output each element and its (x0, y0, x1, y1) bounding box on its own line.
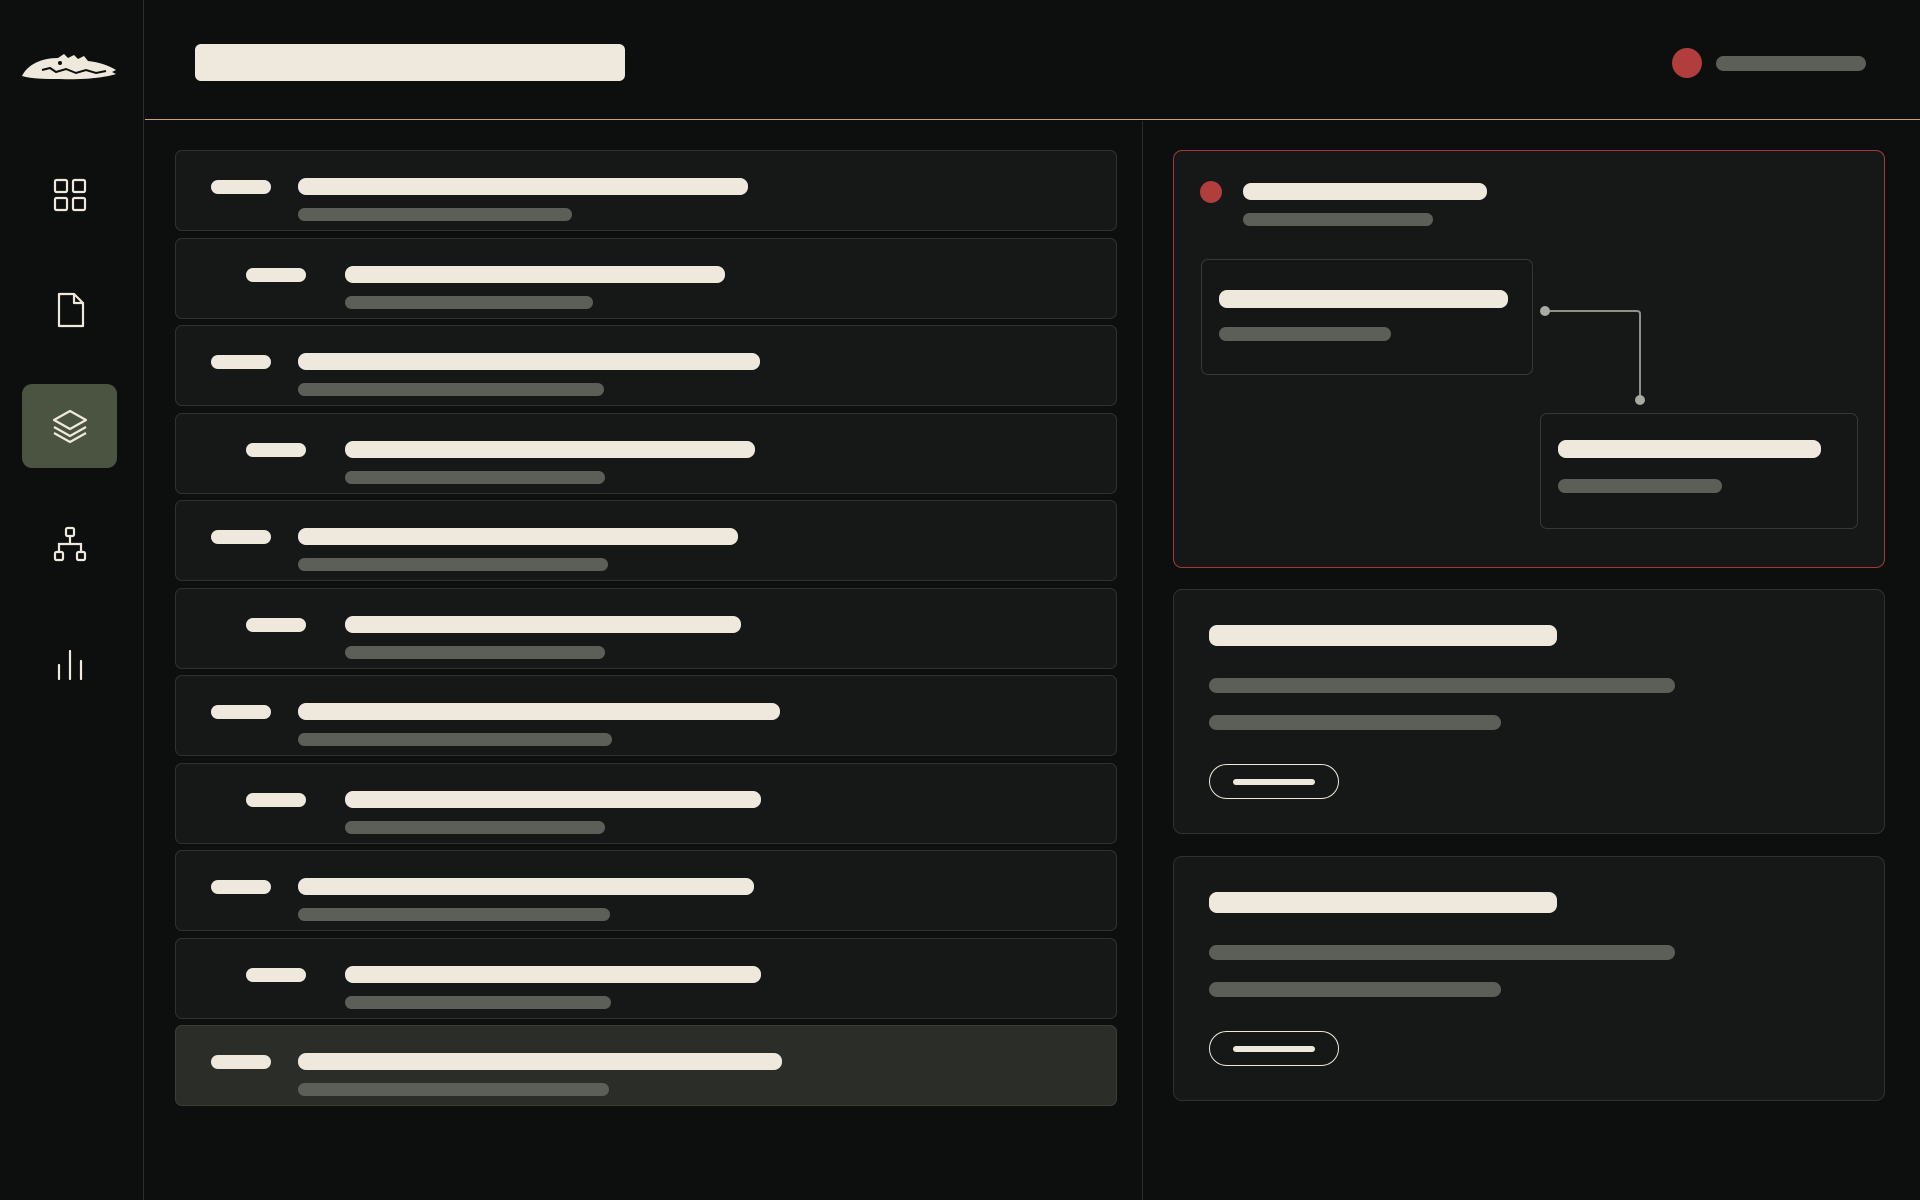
list-item[interactable] (175, 850, 1117, 931)
flow-card[interactable] (1173, 150, 1885, 568)
info-card-action-button[interactable] (1209, 764, 1339, 799)
list-item-subtitle (345, 995, 611, 1009)
sidebar-item-dashboard[interactable] (22, 153, 117, 237)
list-item-title (345, 965, 761, 983)
list-item-subtitle (345, 295, 593, 309)
list-item-tag (211, 880, 271, 894)
avatar[interactable] (1672, 48, 1702, 78)
list-item-tag (211, 355, 271, 369)
crocodile-logo-icon[interactable] (20, 46, 120, 84)
list-item-title (298, 178, 748, 195)
item-list (145, 121, 1143, 1200)
list-item[interactable] (175, 587, 1117, 669)
flow-node-title (1558, 440, 1821, 458)
top-header (145, 0, 1920, 120)
sidebar-item-documents[interactable] (22, 268, 117, 352)
list-item-tag (211, 705, 271, 719)
sidebar (0, 0, 144, 1200)
list-item[interactable] (175, 675, 1117, 756)
info-card-action-button[interactable] (1209, 1031, 1339, 1066)
app-window (0, 0, 1920, 1200)
list-item-title (298, 703, 780, 720)
grid-icon (53, 178, 86, 212)
list-item[interactable] (175, 412, 1117, 494)
flow-node-subtitle (1558, 479, 1722, 493)
info-card-title (1209, 625, 1557, 646)
info-card-line (1209, 945, 1675, 960)
info-card (1173, 856, 1885, 1101)
list-item[interactable] (175, 150, 1117, 231)
info-card-line (1209, 982, 1501, 997)
info-card (1173, 589, 1885, 834)
flow-node-target[interactable] (1540, 413, 1858, 529)
info-card-line (1209, 678, 1675, 693)
list-item-title (345, 615, 741, 633)
list-item-subtitle (298, 1083, 609, 1096)
list-item-subtitle (345, 820, 605, 834)
list-item[interactable] (175, 1025, 1117, 1106)
user-name[interactable] (1716, 56, 1866, 71)
list-item-subtitle (345, 470, 605, 484)
list-item-tag (246, 267, 306, 282)
list-item-tag (246, 792, 306, 807)
list-item-title (345, 440, 755, 458)
list-item-tag (211, 530, 271, 544)
list-item-tag (211, 1055, 271, 1069)
detail-panel (1143, 121, 1920, 1200)
list-item-title (298, 878, 754, 895)
layers-icon (52, 409, 87, 444)
list-item[interactable] (175, 500, 1117, 581)
list-item-subtitle (298, 908, 610, 921)
sidebar-item-layers[interactable] (22, 384, 117, 468)
info-card-title (1209, 892, 1557, 913)
list-item-title (345, 265, 725, 283)
list-item-tag (211, 180, 271, 194)
document-icon (57, 292, 84, 328)
sidebar-item-hierarchy[interactable] (22, 502, 117, 586)
list-item-tag (246, 442, 306, 457)
list-item-subtitle (298, 558, 608, 571)
list-item-tag (246, 967, 306, 982)
hierarchy-icon (53, 526, 86, 562)
list-item-subtitle (298, 383, 604, 396)
list-item-title (298, 1053, 782, 1070)
list-item-subtitle (298, 208, 572, 221)
search-input[interactable] (195, 44, 625, 81)
list-item[interactable] (175, 325, 1117, 406)
list-item[interactable] (175, 937, 1117, 1019)
list-item-subtitle (345, 645, 605, 659)
list-item[interactable] (175, 237, 1117, 319)
sidebar-item-analytics[interactable] (22, 622, 117, 706)
list-item-title (345, 790, 761, 808)
list-item-tag (246, 617, 306, 632)
list-item-title (298, 353, 760, 370)
list-item-subtitle (298, 733, 612, 746)
bar-chart-icon (57, 649, 82, 681)
list-item[interactable] (175, 762, 1117, 844)
info-card-line (1209, 715, 1501, 730)
list-item-title (298, 528, 738, 545)
